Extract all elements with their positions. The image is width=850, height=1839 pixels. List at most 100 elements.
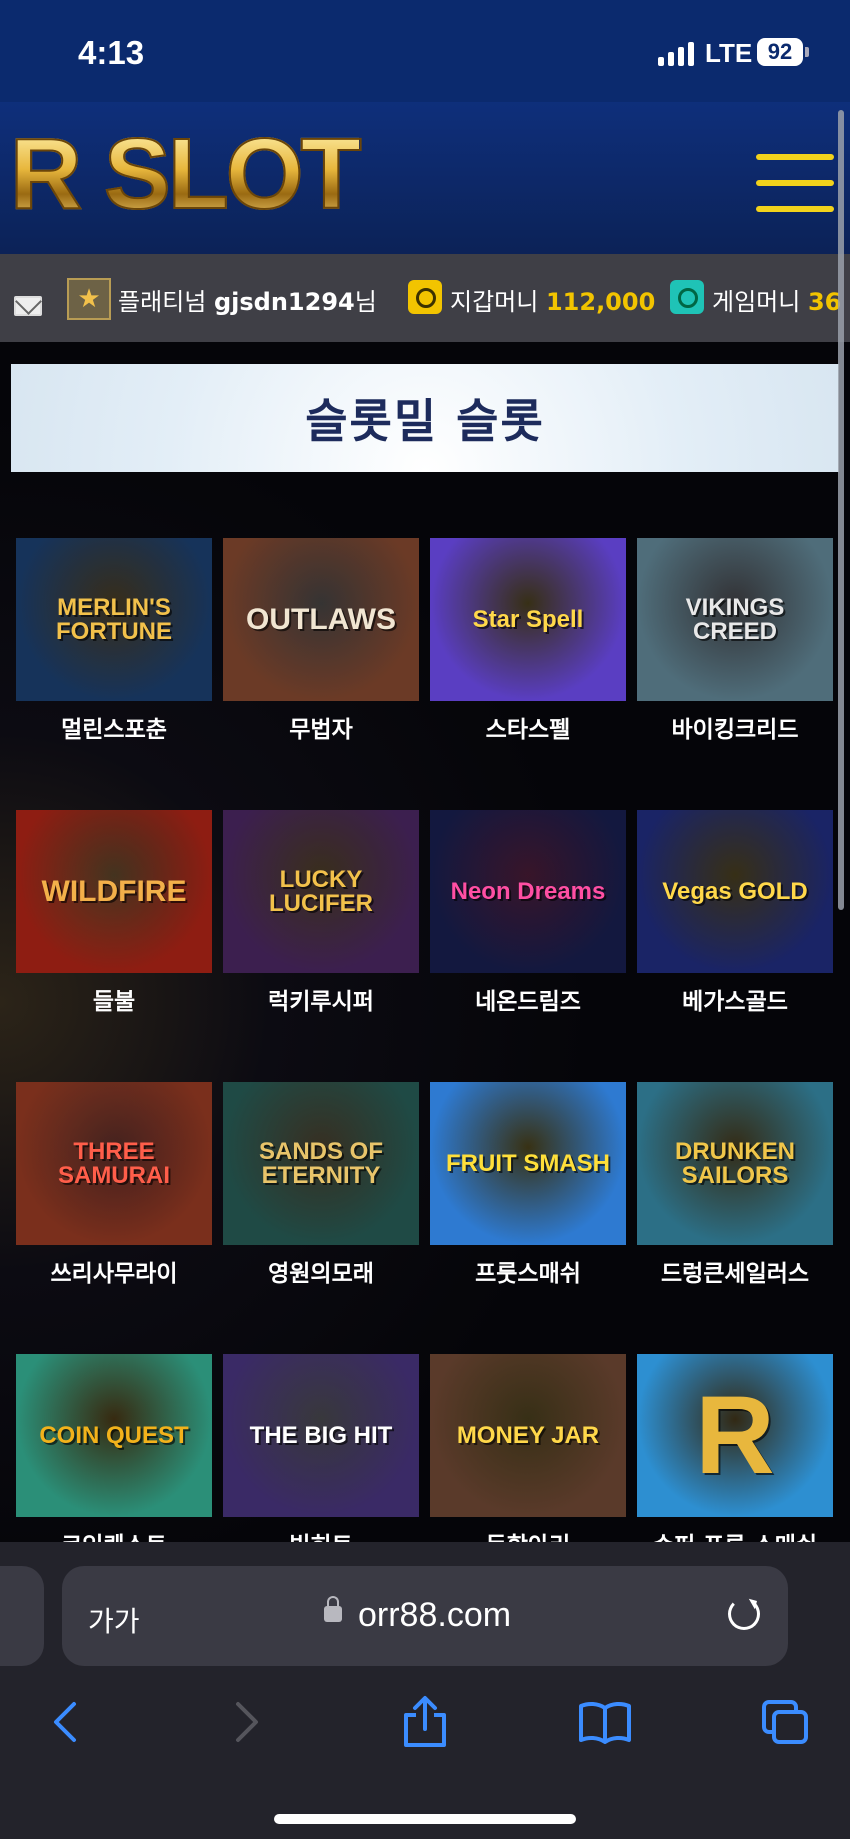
battery-cap: [805, 47, 809, 57]
tabs-icon: [762, 1700, 808, 1744]
game-money-icon: [670, 280, 704, 314]
game-name[interactable]: 들불: [0, 982, 232, 1016]
game-tile[interactable]: SANDS OF ETERNITY 영원의모래: [223, 1082, 419, 1287]
main-content: 슬롯밀 슬롯 MERLIN'S FORTUNE 멀린스포춘 OUTLAWS 무법자 St…: [0, 342, 850, 1559]
game-art-text: THE BIG HIT: [249, 1421, 393, 1449]
wallet-value: 112,000: [545, 288, 656, 316]
game-art-text: LUCKY LUCIFER: [269, 865, 373, 917]
game-tile[interactable]: Neon Dreams 네온드림즈: [430, 810, 626, 1015]
back-button[interactable]: [30, 1692, 100, 1752]
game-money-value: 36: [807, 288, 842, 316]
wallet-icon: [408, 280, 442, 314]
game-art-text: R: [695, 1373, 775, 1497]
username-suffix: 님: [354, 288, 377, 316]
game-name[interactable]: 바이킹크리드: [617, 710, 850, 744]
bookmarks-button[interactable]: [570, 1692, 640, 1752]
game-name[interactable]: 럭키루시퍼: [203, 982, 439, 1016]
section-title: 슬롯밀 슬롯: [305, 394, 545, 448]
game-tile[interactable]: VIKINGS CREED 바이킹크리드: [637, 538, 833, 743]
game-art-text: FRUIT SMASH: [446, 1149, 610, 1177]
game-name[interactable]: 쓰리사무라이: [0, 1254, 232, 1288]
site-logo[interactable]: R SLOT: [9, 123, 363, 225]
battery-icon: 92: [757, 38, 803, 66]
game-tile[interactable]: Vegas GOLD 베가스골드: [637, 810, 833, 1015]
page-scrollbar[interactable]: [838, 110, 844, 910]
game-art-text: VIKINGS CREED: [685, 593, 785, 645]
game-tile[interactable]: Star Spell 스타스펠: [430, 538, 626, 743]
game-thumbnail[interactable]: SANDS OF ETERNITY: [223, 1082, 419, 1245]
previous-tab[interactable]: [0, 1566, 44, 1666]
forward-button[interactable]: [212, 1692, 282, 1752]
game-name[interactable]: 스타스펠: [410, 710, 646, 744]
game-tile[interactable]: MONEY JAR돈항아리: [430, 1354, 626, 1559]
site-header: R SLOT: [0, 102, 850, 254]
reload-icon[interactable]: [728, 1598, 760, 1630]
hamburger-icon[interactable]: [756, 154, 834, 212]
game-thumbnail[interactable]: MERLIN'S FORTUNE: [16, 538, 212, 701]
game-thumbnail[interactable]: THREE SAMURAI: [16, 1082, 212, 1245]
chevron-left-icon: [54, 1702, 76, 1742]
game-tile[interactable]: THE BIG HIT빅히트: [223, 1354, 419, 1559]
game-tile[interactable]: DRUNKEN SAILORS 드렁큰세일러스: [637, 1082, 833, 1287]
game-thumbnail[interactable]: Star Spell: [430, 538, 626, 701]
game-tile[interactable]: OUTLAWS 무법자: [223, 538, 419, 743]
game-art-text: OUTLAWS: [246, 602, 396, 636]
game-name[interactable]: 드렁큰세일러스: [617, 1254, 850, 1288]
game-art-text: Neon Dreams: [450, 877, 606, 905]
wallet-label: 지갑머니: [450, 288, 539, 316]
game-tile[interactable]: THREE SAMURAI 쓰리사무라이: [16, 1082, 212, 1287]
game-tile[interactable]: FRUIT SMASH 프룻스매쉬: [430, 1082, 626, 1287]
lock-icon: [324, 1596, 342, 1622]
game-name[interactable]: 영원의모래: [203, 1254, 439, 1288]
game-name[interactable]: 멀린스포춘: [0, 710, 232, 744]
game-tile[interactable]: LUCKY LUCIFER 럭키루시퍼: [223, 810, 419, 1015]
game-art-text: Vegas GOLD: [662, 877, 808, 905]
game-tile[interactable]: WILDFIRE 들불: [16, 810, 212, 1015]
book-icon: [579, 1701, 631, 1744]
game-thumbnail[interactable]: DRUNKEN SAILORS: [637, 1082, 833, 1245]
game-name[interactable]: 무법자: [203, 710, 439, 744]
game-thumbnail[interactable]: Vegas GOLD: [637, 810, 833, 973]
status-bar: 4:13 LTE 92: [0, 0, 850, 102]
game-name[interactable]: 네온드림즈: [410, 982, 646, 1016]
game-name[interactable]: 프룻스매쉬: [410, 1254, 646, 1288]
share-button[interactable]: [390, 1692, 460, 1752]
user-rank: 플래티넘 gjsdn1294님: [118, 282, 377, 317]
network-type: LTE: [705, 38, 753, 68]
game-tile[interactable]: COIN QUEST코인퀘스트: [16, 1354, 212, 1559]
game-thumbnail[interactable]: MONEY JAR: [430, 1354, 626, 1517]
game-art-text: MONEY JAR: [456, 1421, 600, 1449]
game-money: 게임머니 36: [712, 282, 841, 317]
cellular-signal-icon: [658, 40, 694, 66]
game-thumbnail[interactable]: VIKINGS CREED: [637, 538, 833, 701]
game-art-text: MERLIN'S FORTUNE: [56, 593, 172, 645]
url-text[interactable]: orr88.com: [358, 1596, 511, 1635]
game-art-text: COIN QUEST: [39, 1421, 189, 1449]
game-name[interactable]: 베가스골드: [617, 982, 850, 1016]
address-bar[interactable]: 가가 orr88.com: [62, 1566, 788, 1666]
game-thumbnail[interactable]: R: [637, 1354, 833, 1517]
mail-icon[interactable]: [14, 296, 42, 316]
game-thumbnail[interactable]: FRUIT SMASH: [430, 1082, 626, 1245]
game-thumbnail[interactable]: LUCKY LUCIFER: [223, 810, 419, 973]
section-banner: 슬롯밀 슬롯: [11, 364, 839, 472]
browser-toolbar: 가가 orr88.com: [0, 1542, 850, 1839]
game-thumbnail[interactable]: OUTLAWS: [223, 538, 419, 701]
game-money-label: 게임머니: [712, 288, 801, 316]
tabs-button[interactable]: [750, 1692, 820, 1752]
home-indicator: [274, 1814, 576, 1824]
game-art-text: THREE SAMURAI: [58, 1137, 170, 1189]
game-tile[interactable]: MERLIN'S FORTUNE 멀린스포춘: [16, 538, 212, 743]
game-thumbnail[interactable]: WILDFIRE: [16, 810, 212, 973]
wallet-money: 지갑머니 112,000: [450, 282, 655, 317]
username: gjsdn1294: [213, 288, 355, 316]
game-tile[interactable]: R슈퍼 프루 스매쉬: [637, 1354, 833, 1559]
game-thumbnail[interactable]: THE BIG HIT: [223, 1354, 419, 1517]
status-time: 4:13: [78, 34, 145, 71]
user-info-bar: ★ 플래티넘 gjsdn1294님 지갑머니 112,000 게임머니 36: [0, 254, 850, 342]
game-thumbnail[interactable]: COIN QUEST: [16, 1354, 212, 1517]
game-thumbnail[interactable]: Neon Dreams: [430, 810, 626, 973]
text-size-button[interactable]: 가가: [88, 1600, 140, 1640]
rank-label: 플래티넘: [118, 288, 207, 316]
game-art-text: DRUNKEN SAILORS: [675, 1137, 795, 1189]
